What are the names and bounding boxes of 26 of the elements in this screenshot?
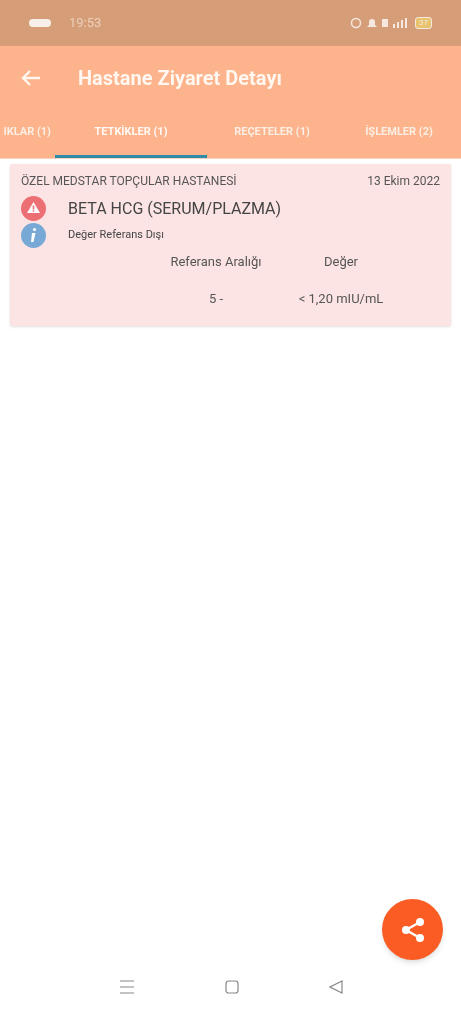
result-card[interactable]: ÖZEL MEDSTAR TOPÇULAR HASTANESİ 13 Ekim 2022 BETA HCG (SERUM/PLAZMA) Değer Referans Dışı Referans Aralığı Değer 5 - < 1,20 mIU/mL [10,164,451,326]
column-header: Referans Aralığı [169,253,263,271]
menu-icon[interactable] [118,980,135,994]
info-icon [21,223,46,248]
result-value: < 1,20 mIU/mL [297,289,385,308]
tab[interactable]: İŞLEMLER (2) [337,110,461,158]
column-header: Değer [323,253,359,271]
battery-indicator: 37 [415,17,432,29]
page-title: Hastane Ziyaret Detayı [78,65,282,92]
home-icon[interactable] [224,980,239,994]
bell-icon [367,18,377,28]
share-button[interactable] [382,899,443,960]
warning-icon [21,196,46,221]
alarm-icon [350,17,362,29]
result-note: Değer Referans Dışı [68,227,164,244]
tab[interactable]: IKLAR (1) [0,110,55,158]
pill-icon [29,19,51,27]
result-date: 13 Ekim 2022 [367,173,440,190]
status-time: 19:53 [69,14,102,33]
hospital-name: ÖZEL MEDSTAR TOPÇULAR HASTANESİ [21,173,237,190]
reference-range: 5 - [207,289,225,308]
tab[interactable]: TETKİKLER (1) [55,110,207,158]
tab[interactable]: REÇETELER (1) [207,110,337,158]
signal-icon [393,18,407,28]
test-name: BETA HCG (SERUM/PLAZMA) [68,197,282,220]
back-icon[interactable] [328,980,343,994]
